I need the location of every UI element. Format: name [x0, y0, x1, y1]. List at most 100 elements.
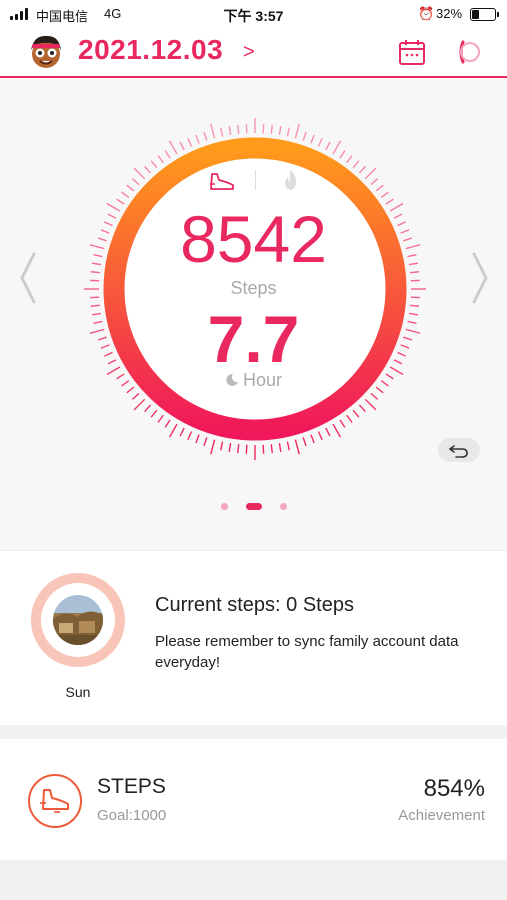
ring-tick	[358, 165, 366, 174]
ring-tick	[375, 184, 384, 192]
ring-tick	[278, 442, 282, 453]
steps-goal: Goal:1000	[97, 807, 167, 824]
page-dot[interactable]	[220, 503, 228, 510]
ring-tick	[364, 167, 377, 180]
steps-title: STEPS	[97, 775, 166, 798]
ring-tick	[237, 124, 240, 134]
ring-tick	[237, 444, 240, 454]
ring-tick	[203, 131, 208, 141]
ring-tick	[270, 124, 273, 134]
ring-tick	[346, 414, 353, 423]
ring-tick	[220, 441, 224, 451]
header: 2021.12.03 >	[0, 28, 507, 78]
ring-tick	[352, 409, 360, 418]
steps-ring-panel[interactable]: 8542 Steps 7.7 Hour	[0, 78, 507, 550]
ring-tick	[302, 437, 307, 447]
ring-tick	[310, 134, 315, 144]
daily-card: Sun Current steps: 0 Steps Please rememb…	[0, 551, 507, 725]
alarm-clock-icon: ⏰	[418, 6, 435, 21]
ring-tick	[126, 184, 135, 192]
ring-tick	[157, 155, 164, 164]
steps-count: 8542	[180, 202, 327, 276]
ring-tick	[121, 191, 130, 198]
ring-tick	[325, 141, 331, 151]
ring-tick	[133, 398, 146, 411]
ring-tick	[370, 392, 379, 400]
achievement-label: Achievement	[398, 807, 485, 824]
ring-tick	[164, 419, 171, 428]
flame-icon[interactable]	[282, 168, 300, 192]
ring-tick	[228, 125, 232, 136]
ring-tick	[203, 437, 208, 447]
ring-tick	[131, 392, 140, 400]
ring-tick	[210, 123, 216, 139]
ring-tick	[294, 123, 300, 139]
ring-tick	[168, 423, 178, 438]
ring-tick	[317, 137, 323, 147]
ring-tick	[179, 141, 185, 151]
page-dot[interactable]	[245, 503, 262, 510]
ring-tick	[339, 419, 346, 428]
hour-label-row: Hour	[0, 370, 507, 391]
watch-icon[interactable]	[455, 38, 483, 66]
steps-shoe-icon	[28, 774, 82, 828]
ring-tick	[228, 442, 232, 453]
ring-tick	[116, 198, 125, 205]
ring-tick	[270, 444, 273, 454]
ring-tick	[380, 191, 389, 198]
day-photo	[53, 595, 103, 645]
current-date[interactable]: 2021.12.03	[78, 34, 223, 66]
calendar-icon[interactable]	[398, 38, 426, 66]
battery-icon	[470, 8, 499, 21]
ring-tick	[339, 150, 346, 159]
ring-tick	[179, 427, 185, 437]
ring-tick	[332, 140, 342, 155]
next-date-arrow[interactable]: >	[243, 41, 255, 64]
ring-tick	[364, 398, 377, 411]
ring-tick	[286, 127, 290, 137]
undo-button[interactable]	[438, 438, 480, 462]
ring-tick	[302, 131, 307, 141]
ring-tick	[168, 140, 178, 155]
ring-tick	[195, 134, 200, 144]
page-dot[interactable]	[279, 503, 287, 510]
ring-tick	[150, 409, 158, 418]
day-progress-ring[interactable]	[31, 573, 125, 667]
ring-tick	[325, 427, 331, 437]
ring-tick	[133, 167, 146, 180]
moon-icon	[226, 373, 238, 386]
ring-tick	[294, 439, 300, 455]
ring-tick	[187, 137, 193, 147]
page-indicator	[0, 503, 507, 510]
ring-tick	[385, 198, 394, 205]
ring-tick	[286, 441, 290, 451]
ring-tick	[195, 434, 200, 444]
ring-tick	[187, 431, 193, 441]
ring-tick	[358, 404, 366, 413]
steps-label: Steps	[230, 278, 277, 298]
ring-tick	[131, 178, 140, 186]
ring-tick	[317, 431, 323, 441]
ring-tick	[210, 439, 216, 455]
current-steps-text: Current steps: 0 Steps	[155, 594, 354, 616]
ring-tick	[220, 127, 224, 137]
hour-label: Hour	[242, 370, 282, 390]
ring-tick	[164, 150, 171, 159]
steps-summary-card[interactable]: STEPS Goal:1000 854% Achievement	[0, 739, 507, 860]
day-label: Sun	[65, 684, 91, 700]
shoe-icon[interactable]	[207, 170, 237, 192]
ring-tick	[310, 434, 315, 444]
sync-reminder-text: Please remember to sync family account d…	[155, 633, 459, 671]
ring-tick	[278, 125, 282, 136]
sleep-hours: 7.7	[207, 302, 300, 376]
ring-tick	[352, 160, 360, 169]
achievement-value: 854%	[423, 775, 485, 802]
ring-tick	[144, 404, 152, 413]
battery-percent: 32%	[436, 6, 463, 21]
ring-tick	[346, 155, 353, 164]
ring-tick	[370, 178, 379, 186]
mode-divider	[255, 170, 256, 190]
ring-tick	[332, 423, 342, 438]
ring-tick	[144, 165, 152, 174]
avatar[interactable]	[26, 32, 66, 72]
